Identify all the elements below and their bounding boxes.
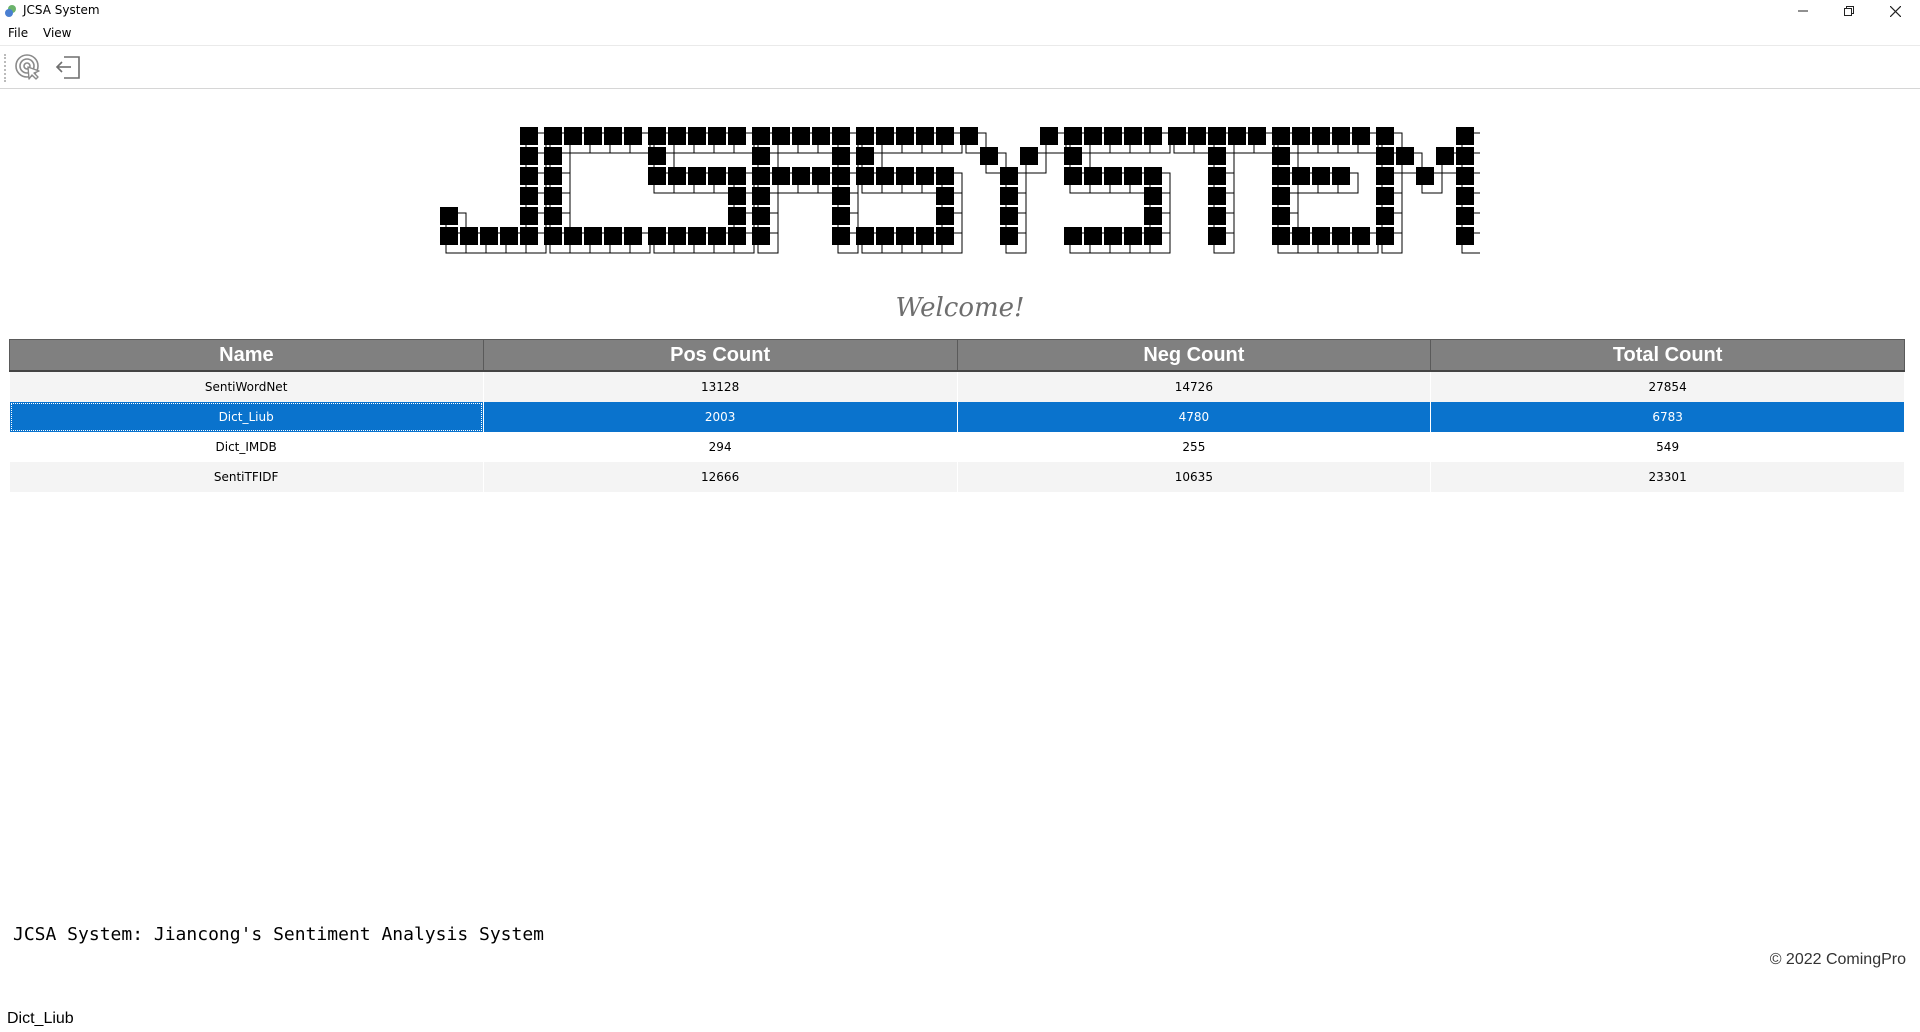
table-row-selected[interactable]: Dict_Liub 2003 4780 6783 [9, 402, 1905, 432]
window-title: JCSA System [23, 3, 100, 17]
jcsa-banner-logo [440, 127, 1483, 267]
copyright-text: © 2022 ComingPro [1769, 951, 1906, 968]
table-row[interactable]: SentiWordNet 13128 14726 27854 [9, 371, 1905, 402]
menu-view[interactable]: View [43, 26, 71, 40]
table-row[interactable]: SentiTFIDF 12666 10635 23301 [9, 462, 1905, 492]
cell-pos-count[interactable]: 12666 [483, 462, 958, 492]
minimize-button[interactable] [1780, 0, 1826, 22]
analyze-button[interactable] [13, 52, 43, 82]
cell-name[interactable]: Dict_Liub [9, 402, 484, 432]
menu-bar: File View [0, 24, 1920, 44]
toolbar-grip[interactable] [4, 54, 8, 82]
dictionary-table[interactable]: Name Pos Count Neg Count Total Count Sen… [9, 339, 1905, 492]
restore-button[interactable] [1826, 0, 1872, 22]
cell-pos-count[interactable]: 2003 [483, 402, 958, 432]
cell-pos-count[interactable]: 13128 [483, 371, 958, 402]
cell-neg-count[interactable]: 10635 [957, 462, 1432, 492]
toolbar [0, 45, 1920, 89]
column-header-total-count[interactable]: Total Count [1430, 339, 1905, 372]
column-header-neg-count[interactable]: Neg Count [956, 339, 1432, 372]
menu-file[interactable]: File [8, 26, 28, 40]
exit-icon [55, 56, 80, 79]
cell-name[interactable]: SentiTFIDF [9, 462, 484, 492]
table-row[interactable]: Dict_IMDB 294 255 549 [9, 432, 1905, 462]
restore-icon [1844, 6, 1854, 16]
welcome-text: Welcome! [895, 293, 1025, 323]
cell-total-count[interactable]: 549 [1430, 432, 1905, 462]
column-header-pos-count[interactable]: Pos Count [482, 339, 958, 372]
minimize-icon [1798, 10, 1808, 12]
cell-total-count[interactable]: 27854 [1430, 371, 1905, 402]
system-description: JCSA System: Jiancong's Sentiment Analys… [13, 924, 545, 945]
cell-total-count[interactable]: 6783 [1430, 402, 1905, 432]
table-header-row: Name Pos Count Neg Count Total Count [9, 339, 1905, 372]
cell-name[interactable]: Dict_IMDB [9, 432, 484, 462]
status-bar-text: Dict_Liub [7, 1010, 74, 1027]
cell-neg-count[interactable]: 255 [957, 432, 1432, 462]
close-button[interactable] [1872, 0, 1918, 22]
column-header-name[interactable]: Name [9, 339, 484, 372]
title-bar: JCSA System [0, 0, 1920, 22]
app-icon [5, 5, 16, 17]
cell-total-count[interactable]: 23301 [1430, 462, 1905, 492]
cell-name[interactable]: SentiWordNet [9, 371, 484, 402]
click-target-icon [15, 54, 40, 80]
cell-neg-count[interactable]: 4780 [957, 402, 1432, 432]
cell-neg-count[interactable]: 14726 [957, 371, 1432, 402]
exit-button[interactable] [53, 52, 83, 82]
close-icon [1889, 5, 1901, 17]
cell-pos-count[interactable]: 294 [483, 432, 958, 462]
